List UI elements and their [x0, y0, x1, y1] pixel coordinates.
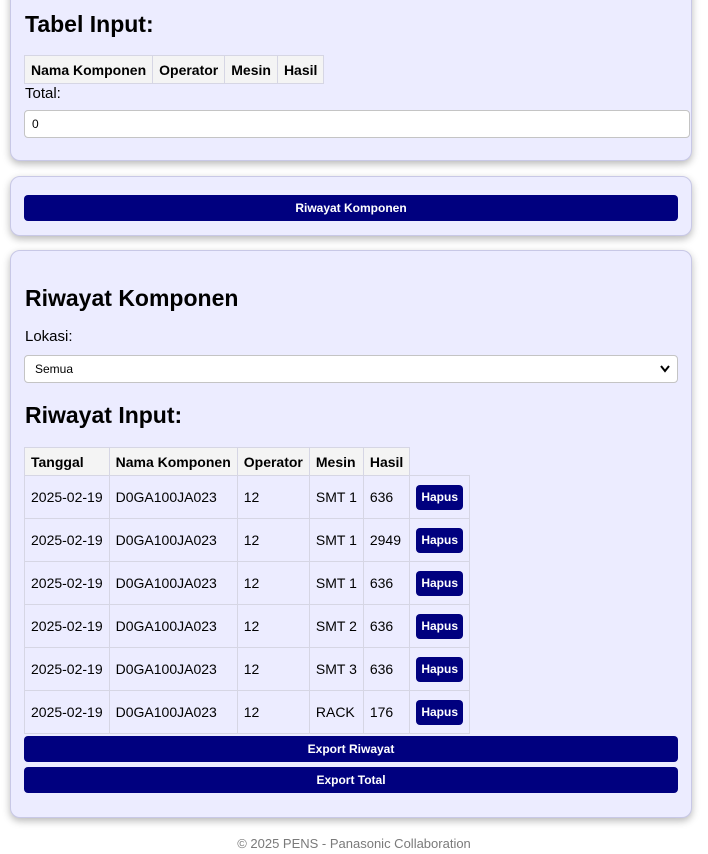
cell-nama-komponen: D0GA100JA023	[108, 604, 238, 648]
cell-tanggal: 2025-02-19	[24, 561, 110, 605]
lokasi-selected-value: Semua	[35, 362, 74, 376]
hapus-button[interactable]: Hapus	[416, 699, 464, 725]
footer-text: © 2025 PENS - Panasonic Collaboration	[237, 836, 471, 851]
cell-action: Hapus	[409, 561, 471, 605]
cell-mesin: SMT 1	[308, 561, 364, 605]
table-row: 2025-02-19 D0GA100JA023 12 SMT 3 636 Hapus	[24, 647, 471, 691]
cell-mesin: RACK	[308, 690, 364, 734]
export-total-button[interactable]: Export Total	[24, 767, 678, 793]
riwayat-button-card: Riwayat Komponen	[10, 176, 692, 236]
riwayat-card: Riwayat Komponen Lokasi: Semua Riwayat I…	[10, 250, 692, 818]
hapus-button[interactable]: Hapus	[416, 484, 464, 510]
cell-operator: 12	[236, 561, 310, 605]
cell-mesin: SMT 1	[308, 475, 364, 519]
cell-hasil: 636	[362, 475, 411, 519]
cell-nama-komponen: D0GA100JA023	[108, 475, 238, 519]
header-hasil: Hasil	[276, 55, 325, 84]
header-mesin: Mesin	[224, 55, 278, 84]
cell-tanggal: 2025-02-19	[24, 475, 110, 519]
cell-tanggal: 2025-02-19	[24, 690, 110, 734]
header-hasil: Hasil	[362, 447, 411, 476]
header-mesin: Mesin	[308, 447, 364, 476]
tabel-input-title: Tabel Input:	[25, 11, 154, 37]
cell-nama-komponen: D0GA100JA023	[108, 561, 238, 605]
header-nama-komponen: Nama Komponen	[23, 55, 154, 84]
table-row: 2025-02-19 D0GA100JA023 12 RACK 176 Hapus	[24, 690, 471, 734]
tabel-input-card: Tabel Input: Nama Komponen Operator Mesi…	[10, 0, 692, 161]
lokasi-select[interactable]: Semua	[24, 355, 678, 383]
cell-tanggal: 2025-02-19	[24, 647, 110, 691]
hapus-button[interactable]: Hapus	[416, 656, 464, 682]
cell-mesin: SMT 2	[308, 604, 364, 648]
cell-mesin: SMT 3	[308, 647, 364, 691]
cell-action: Hapus	[409, 690, 471, 734]
cell-nama-komponen: D0GA100JA023	[108, 690, 238, 734]
cell-operator: 12	[236, 604, 310, 648]
cell-operator: 12	[236, 475, 310, 519]
tabel-input-table: Nama Komponen Operator Mesin Hasil	[23, 55, 325, 84]
table-row: 2025-02-19 D0GA100JA023 12 SMT 1 2949 Hapus	[24, 518, 471, 562]
cell-action: Hapus	[409, 647, 471, 691]
riwayat-title: Riwayat Komponen	[25, 285, 239, 311]
table-row: 2025-02-19 D0GA100JA023 12 SMT 2 636 Hapus	[24, 604, 471, 648]
cell-hasil: 636	[362, 604, 411, 648]
cell-operator: 12	[236, 690, 310, 734]
chevron-down-icon	[659, 356, 671, 391]
table-row: 2025-02-19 D0GA100JA023 12 SMT 1 636 Hapus	[24, 475, 471, 519]
export-riwayat-button[interactable]: Export Riwayat	[24, 736, 678, 762]
cell-hasil: 636	[362, 561, 411, 605]
cell-operator: 12	[236, 647, 310, 691]
cell-operator: 12	[236, 518, 310, 562]
lokasi-label: Lokasi:	[25, 328, 73, 345]
cell-nama-komponen: D0GA100JA023	[108, 518, 238, 562]
header-nama-komponen: Nama Komponen	[108, 447, 238, 476]
cell-tanggal: 2025-02-19	[24, 604, 110, 648]
header-operator: Operator	[236, 447, 310, 476]
riwayat-komponen-button[interactable]: Riwayat Komponen	[24, 195, 678, 221]
table-row: 2025-02-19 D0GA100JA023 12 SMT 1 636 Hapus	[24, 561, 471, 605]
riwayat-table: Tanggal Nama Komponen Operator Mesin Has…	[24, 447, 471, 734]
header-tanggal: Tanggal	[24, 447, 110, 476]
cell-hasil: 2949	[362, 518, 411, 562]
cell-tanggal: 2025-02-19	[24, 518, 110, 562]
cell-action: Hapus	[409, 475, 471, 519]
hapus-button[interactable]: Hapus	[416, 613, 464, 639]
cell-nama-komponen: D0GA100JA023	[108, 647, 238, 691]
total-label: Total:	[25, 85, 61, 102]
cell-mesin: SMT 1	[308, 518, 364, 562]
total-field[interactable]: 0	[24, 110, 690, 138]
hapus-button[interactable]: Hapus	[416, 527, 464, 553]
cell-action: Hapus	[409, 604, 471, 648]
cell-hasil: 636	[362, 647, 411, 691]
hapus-button[interactable]: Hapus	[416, 570, 464, 596]
riwayat-input-title: Riwayat Input:	[25, 402, 183, 428]
header-action-empty	[410, 448, 470, 476]
riwayat-table-body: 2025-02-19 D0GA100JA023 12 SMT 1 636 Hapus 202…	[24, 475, 471, 734]
header-operator: Operator	[152, 55, 226, 84]
cell-action: Hapus	[409, 518, 471, 562]
cell-hasil: 176	[362, 690, 411, 734]
